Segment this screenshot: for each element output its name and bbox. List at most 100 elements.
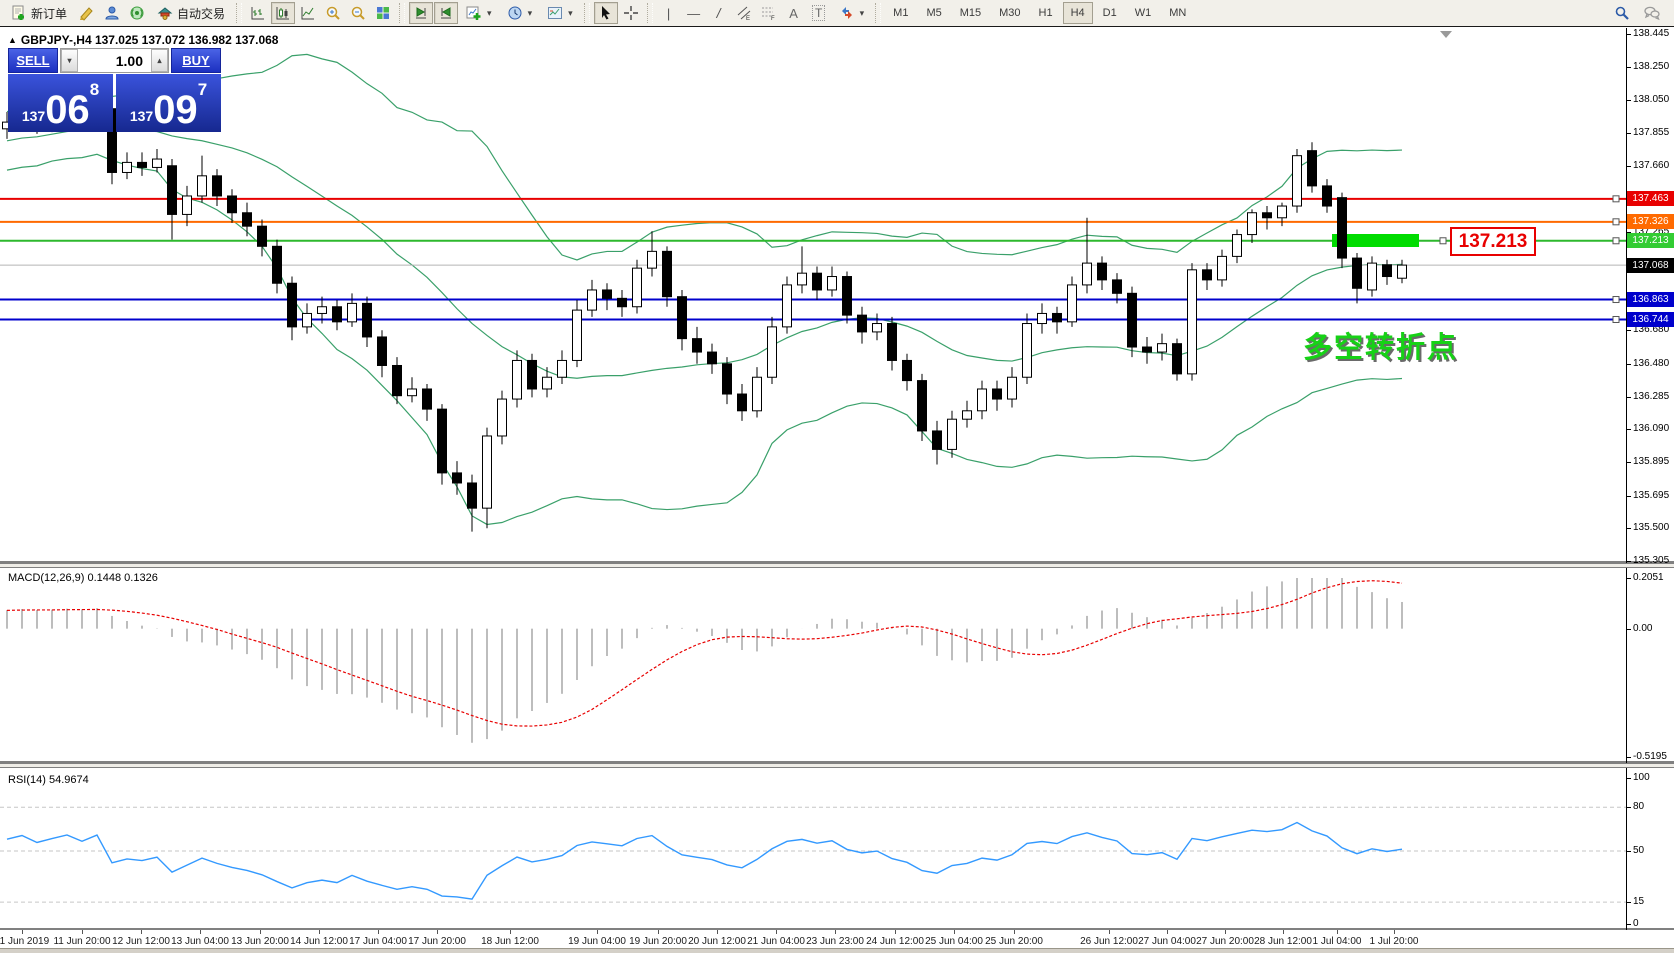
bar-chart-button[interactable]: [246, 2, 270, 24]
candle-body[interactable]: [738, 394, 747, 411]
templates-button[interactable]: ▾: [540, 2, 580, 24]
candle-body[interactable]: [1308, 151, 1317, 186]
signals-button[interactable]: [125, 2, 149, 24]
zoom-out-button[interactable]: [346, 2, 370, 24]
candle-body[interactable]: [633, 268, 642, 307]
candle-body[interactable]: [918, 381, 927, 431]
channel-button[interactable]: E: [732, 2, 756, 24]
auto-scroll-button[interactable]: [409, 2, 433, 24]
candle-body[interactable]: [978, 389, 987, 411]
line-handle[interactable]: [1613, 297, 1619, 303]
sell-button[interactable]: SELL: [8, 48, 58, 73]
candle-body[interactable]: [1053, 313, 1062, 321]
volume-input[interactable]: 1.00: [78, 49, 151, 72]
candle-body[interactable]: [198, 176, 207, 196]
candle-body[interactable]: [1173, 344, 1182, 374]
candle-body[interactable]: [1008, 377, 1017, 399]
candle-body[interactable]: [783, 285, 792, 327]
styler-button[interactable]: [75, 2, 99, 24]
candle-body[interactable]: [138, 162, 147, 167]
candle-body[interactable]: [663, 251, 672, 296]
candle-body[interactable]: [1203, 270, 1212, 280]
candle-body[interactable]: [318, 307, 327, 314]
candle-body[interactable]: [543, 377, 552, 389]
timeframe-button-w1[interactable]: W1: [1127, 2, 1160, 24]
zoom-in-button[interactable]: [321, 2, 345, 24]
tile-windows-button[interactable]: [371, 2, 395, 24]
candle-body[interactable]: [558, 360, 567, 377]
candle-body[interactable]: [1293, 156, 1302, 206]
candle-body[interactable]: [948, 419, 957, 449]
candle-body[interactable]: [243, 213, 252, 226]
candle-body[interactable]: [393, 365, 402, 395]
candle-body[interactable]: [678, 297, 687, 339]
candle-body[interactable]: [1263, 213, 1272, 218]
candle-body[interactable]: [858, 315, 867, 332]
timeframe-button-m30[interactable]: M30: [991, 2, 1028, 24]
candle-body[interactable]: [168, 166, 177, 215]
candle-body[interactable]: [1158, 344, 1167, 352]
vertical-line-button[interactable]: |: [657, 2, 681, 24]
candle-body[interactable]: [468, 483, 477, 508]
candle-body[interactable]: [153, 159, 162, 167]
candle-body[interactable]: [303, 313, 312, 326]
candle-body[interactable]: [258, 226, 267, 246]
line-handle[interactable]: [1613, 238, 1619, 244]
line-handle[interactable]: [1613, 196, 1619, 202]
candle-body[interactable]: [1188, 270, 1197, 374]
candle-body[interactable]: [333, 307, 342, 322]
candle-body[interactable]: [768, 327, 777, 377]
candle-body[interactable]: [933, 431, 942, 449]
candle-body[interactable]: [1233, 235, 1242, 257]
auto-trading-button[interactable]: 自动交易: [150, 2, 232, 24]
timeframe-button-m5[interactable]: M5: [918, 2, 949, 24]
candle-body[interactable]: [438, 409, 447, 473]
profile-button[interactable]: [100, 2, 124, 24]
timeframe-button-h4[interactable]: H4: [1063, 2, 1093, 24]
line-handle[interactable]: [1613, 316, 1619, 322]
candle-body[interactable]: [1218, 256, 1227, 279]
candle-body[interactable]: [1398, 265, 1407, 278]
candle-body[interactable]: [648, 251, 657, 268]
line-chart-button[interactable]: [296, 2, 320, 24]
candle-body[interactable]: [723, 364, 732, 394]
chart-shift-button[interactable]: [434, 2, 458, 24]
candle-body[interactable]: [993, 389, 1002, 399]
candle-body[interactable]: [753, 377, 762, 411]
candle-body[interactable]: [1278, 206, 1287, 218]
candle-body[interactable]: [828, 277, 837, 290]
candle-body[interactable]: [273, 246, 282, 283]
chart-canvas[interactable]: [0, 28, 1674, 953]
candle-body[interactable]: [453, 473, 462, 483]
timeframe-button-mn[interactable]: MN: [1161, 2, 1194, 24]
candle-body[interactable]: [228, 196, 237, 213]
candlestick-chart-button[interactable]: [271, 2, 295, 24]
buy-button[interactable]: BUY: [171, 48, 221, 73]
candle-body[interactable]: [483, 436, 492, 508]
candle-body[interactable]: [1248, 213, 1257, 235]
candle-body[interactable]: [1383, 265, 1392, 277]
candle-body[interactable]: [573, 310, 582, 360]
candle-body[interactable]: [888, 324, 897, 361]
candle-body[interactable]: [1353, 258, 1362, 288]
fibonacci-button[interactable]: F: [757, 2, 781, 24]
candle-body[interactable]: [423, 389, 432, 409]
candle-body[interactable]: [1038, 313, 1047, 323]
buy-price[interactable]: 137097: [116, 74, 221, 132]
candle-body[interactable]: [213, 176, 222, 196]
candle-body[interactable]: [408, 389, 417, 396]
candle-body[interactable]: [1338, 198, 1347, 258]
candle-body[interactable]: [378, 337, 387, 366]
candle-body[interactable]: [1023, 324, 1032, 378]
candle-body[interactable]: [618, 298, 627, 306]
candle-body[interactable]: [348, 303, 357, 321]
indicators-button[interactable]: ▾: [459, 2, 499, 24]
candle-body[interactable]: [1323, 186, 1332, 206]
chat-button[interactable]: [1640, 2, 1664, 24]
search-button[interactable]: [1610, 2, 1634, 24]
candle-body[interactable]: [363, 303, 372, 337]
candle-body[interactable]: [708, 352, 717, 364]
candle-body[interactable]: [1068, 285, 1077, 322]
timeframe-button-d1[interactable]: D1: [1095, 2, 1125, 24]
timeframe-button-h1[interactable]: H1: [1031, 2, 1061, 24]
